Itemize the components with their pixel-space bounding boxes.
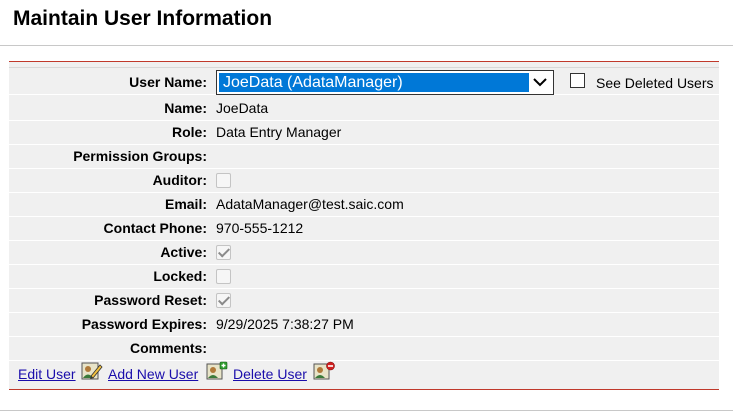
password-expires-label: Password Expires: <box>81 316 207 333</box>
see-deleted-users-label: See Deleted Users <box>596 75 714 91</box>
permission-groups-label: Permission Groups: <box>73 148 207 165</box>
user-delete-icon[interactable] <box>313 361 335 381</box>
user-info-panel: User Name: JoeData (AdataManager) See De… <box>9 61 719 390</box>
auditor-label: Auditor: <box>152 172 207 189</box>
locked-checkbox <box>216 268 231 284</box>
comments-label: Comments: <box>129 340 207 357</box>
delete-user-link[interactable]: Delete User <box>233 366 307 382</box>
locked-value <box>216 265 231 288</box>
user-name-select[interactable]: JoeData (AdataManager) <box>216 70 554 95</box>
edit-user-link[interactable]: Edit User <box>18 366 76 382</box>
row-comments: Comments: <box>9 337 719 361</box>
user-name-selected-value: JoeData (AdataManager) <box>219 73 529 92</box>
chevron-down-icon[interactable] <box>529 73 551 92</box>
bottom-divider <box>0 410 733 411</box>
auditor-checkbox <box>216 172 231 188</box>
see-deleted-users-checkbox[interactable] <box>570 73 585 88</box>
name-value: JoeData <box>216 100 269 117</box>
add-new-user-link[interactable]: Add New User <box>108 366 198 382</box>
row-locked: Locked: <box>9 265 719 289</box>
password-reset-value <box>216 289 231 312</box>
locked-label: Locked: <box>153 268 207 285</box>
row-role: Role: Data Entry Manager <box>9 121 719 145</box>
row-name: Name: JoeData <box>9 97 719 121</box>
row-email: Email: AdataManager@test.saic.com <box>9 193 719 217</box>
row-password-expires: Password Expires: 9/29/2025 7:38:27 PM <box>9 313 719 337</box>
role-label: Role: <box>172 124 207 141</box>
active-value <box>216 241 231 264</box>
panel-inner-divider <box>9 67 719 68</box>
row-password-reset: Password Reset: <box>9 289 719 313</box>
action-bar: Edit User Add New User Delete User <box>9 359 719 389</box>
row-active: Active: <box>9 241 719 265</box>
user-edit-icon[interactable] <box>81 361 103 381</box>
auditor-value <box>216 169 231 192</box>
password-expires-value: 9/29/2025 7:38:27 PM <box>216 316 354 333</box>
email-label: Email: <box>164 196 207 213</box>
name-label: Name: <box>164 100 207 117</box>
row-contact-phone: Contact Phone: 970-555-1212 <box>9 217 719 241</box>
user-add-icon[interactable] <box>206 361 228 381</box>
password-reset-label: Password Reset: <box>94 292 207 309</box>
email-value: AdataManager@test.saic.com <box>216 196 404 213</box>
row-auditor: Auditor: <box>9 169 719 193</box>
contact-phone-value: 970-555-1212 <box>216 220 304 237</box>
role-value: Data Entry Manager <box>216 124 342 141</box>
user-name-label: User Name: <box>129 73 207 90</box>
password-reset-checkbox <box>216 292 231 308</box>
active-label: Active: <box>160 244 207 261</box>
row-permission-groups: Permission Groups: <box>9 145 719 169</box>
page-title: Maintain User Information <box>13 7 273 30</box>
title-divider <box>0 45 733 46</box>
contact-phone-label: Contact Phone: <box>103 220 207 237</box>
active-checkbox <box>216 244 231 260</box>
